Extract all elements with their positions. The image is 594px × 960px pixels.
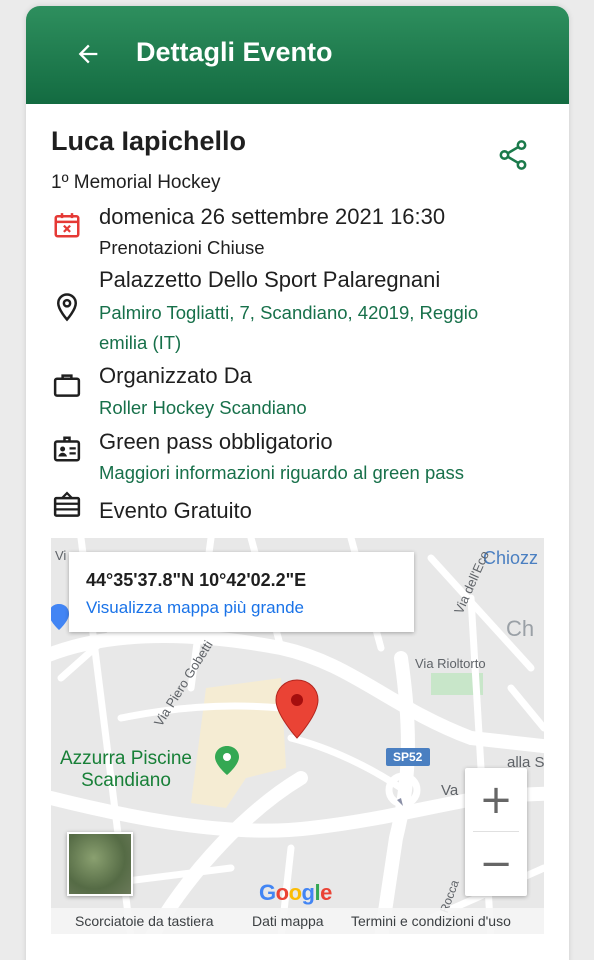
google-letter: e <box>320 880 332 905</box>
address-link-continued[interactable]: emilia (IT) <box>99 332 181 354</box>
map-view[interactable]: 44°35'37.8"N 10°42'02.2"E Visualizza map… <box>51 538 544 934</box>
poi-label[interactable]: Azzurra Piscine Scandiano <box>51 748 201 792</box>
share-button[interactable] <box>496 138 530 172</box>
zoom-controls: + − <box>465 768 527 896</box>
map-label-sp52: SP52 <box>393 750 423 764</box>
booking-status: Prenotazioni Chiuse <box>99 237 265 258</box>
event-card: Dettagli Evento Luca Iapichello 1º Memor… <box>26 6 569 960</box>
calendar-icon <box>54 213 80 238</box>
google-letter: G <box>259 880 276 905</box>
google-letter: g <box>301 880 315 905</box>
event-subtitle: 1º Memorial Hockey <box>51 172 221 193</box>
map-footer: Scorciatoie da tastiera Dati mappa Termi… <box>51 908 544 934</box>
organizer-label: Organizzato Da <box>99 363 252 388</box>
map-label-via-rioltorto: Via Rioltorto <box>415 656 486 671</box>
organizer-link[interactable]: Roller Hockey Scandiano <box>99 397 307 419</box>
back-button[interactable] <box>70 36 106 72</box>
ticket-icon <box>53 491 81 517</box>
bigger-map-link[interactable]: Visualizza mappa più grande <box>86 598 304 618</box>
map-data-link[interactable]: Dati mappa <box>252 913 324 929</box>
app-bar: Dettagli Evento <box>26 6 569 104</box>
greenpass-link[interactable]: Maggiori informazioni riguardo al green … <box>99 462 464 484</box>
address-link[interactable]: Palmiro Togliatti, 7, Scandiano, 42019, … <box>99 302 478 324</box>
page-title: Dettagli Evento <box>136 37 333 67</box>
google-letter: o <box>288 880 302 905</box>
id-badge-icon <box>53 436 81 462</box>
share-icon <box>499 140 527 170</box>
google-logo: Google <box>259 880 332 906</box>
map-label-va: Va <box>441 782 459 799</box>
event-date: domenica 26 settembre 2021 16:30 <box>99 204 446 229</box>
event-name: Luca Iapichello <box>51 126 247 156</box>
venue-name: Palazzetto Dello Sport Palaregnani <box>99 267 441 292</box>
greenpass-label: Green pass obbligatorio <box>99 429 333 454</box>
map-label-ch: Ch <box>506 616 535 641</box>
location-pin-icon <box>56 293 78 322</box>
map-label-chiozz: Chiozz <box>483 548 539 568</box>
poi-label-line1: Azzurra Piscine <box>60 748 192 769</box>
google-letter: o <box>275 880 289 905</box>
map-label-vi: Vi <box>55 548 67 563</box>
satellite-toggle[interactable] <box>67 832 133 896</box>
zoom-out-button[interactable]: − <box>465 832 527 895</box>
arrow-back-icon <box>78 44 98 64</box>
keyboard-shortcuts-link[interactable]: Scorciatoie da tastiera <box>75 913 214 929</box>
poi-label-line2: Scandiano <box>81 770 171 791</box>
map-coordinates: 44°35'37.8"N 10°42'02.2"E <box>86 570 307 590</box>
terms-link[interactable]: Termini e condizioni d'uso <box>351 913 511 929</box>
briefcase-icon <box>53 374 81 397</box>
zoom-in-button[interactable]: + <box>465 768 527 831</box>
map-info-box: 44°35'37.8"N 10°42'02.2"E Visualizza map… <box>69 552 414 632</box>
event-price: Evento Gratuito <box>99 498 252 523</box>
